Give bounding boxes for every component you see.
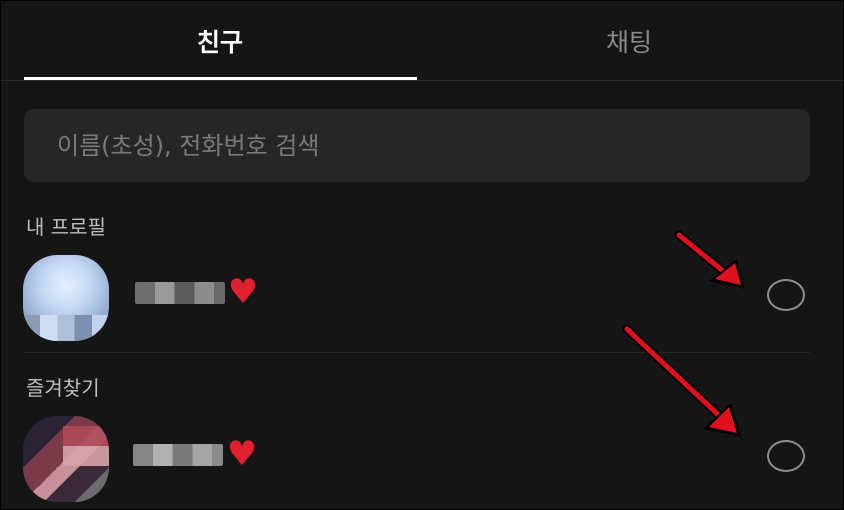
avatar-pixelation: [23, 315, 109, 341]
friends-screen: 친구 채팅 내 프로필 ♥ 즐겨찾기 ♥: [0, 0, 844, 510]
avatar-pixelation: [63, 426, 109, 466]
avatar[interactable]: [23, 255, 109, 341]
tab-chat[interactable]: 채팅: [433, 1, 825, 81]
list-item-favorite[interactable]: ♥: [1, 406, 843, 506]
tab-bar: 친구 채팅: [1, 1, 843, 81]
heart-icon: ♥: [227, 272, 259, 312]
tab-friends[interactable]: 친구: [24, 1, 416, 81]
list-item-my-profile[interactable]: ♥: [1, 245, 843, 345]
heart-icon: ♥: [226, 434, 258, 474]
search-input[interactable]: [24, 109, 810, 182]
section-title-my-profile: 내 프로필: [26, 215, 106, 239]
select-radio-button[interactable]: [767, 279, 805, 311]
tab-divider: [1, 80, 843, 81]
name-blurred: [133, 444, 223, 466]
section-title-favorites: 즐겨찾기: [26, 376, 100, 400]
select-radio-button[interactable]: [767, 440, 805, 472]
avatar[interactable]: [23, 416, 109, 502]
name-blurred: [135, 282, 225, 304]
section-divider: [24, 352, 810, 353]
